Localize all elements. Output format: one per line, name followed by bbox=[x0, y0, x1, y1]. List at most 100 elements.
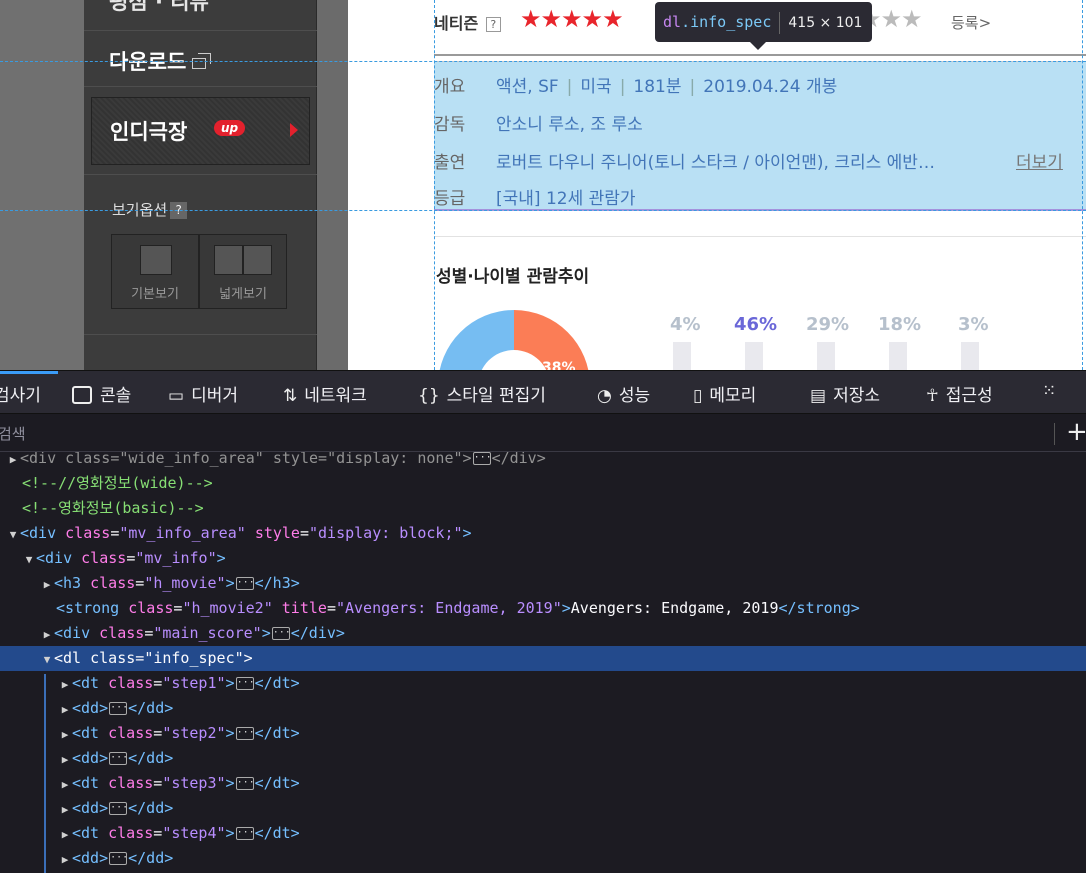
age-bar bbox=[889, 342, 907, 370]
tree-node[interactable]: ▶ <h3 class="h_movie"> ···</h3> bbox=[0, 571, 1086, 596]
ellipsis-icon[interactable]: ··· bbox=[235, 777, 255, 790]
register-rating-link[interactable]: 등록> bbox=[951, 12, 991, 33]
toolbar-divider bbox=[1054, 423, 1055, 445]
age-percent: 3% bbox=[958, 314, 989, 335]
tooltip-arrow bbox=[750, 42, 766, 50]
tree-node[interactable]: ▶ <dd> ···</dd> bbox=[0, 696, 1086, 721]
tab-label: 네트워크 bbox=[304, 386, 367, 406]
sidebar-item-indie-theater[interactable]: 인디극장 up bbox=[91, 97, 310, 165]
expand-arrow-icon[interactable]: ▶ bbox=[58, 697, 72, 722]
tab-accessibility[interactable]: ☥ 접근성 bbox=[926, 381, 993, 406]
tree-node-selected[interactable]: ▼ <dl class="info_spec"> bbox=[0, 646, 1086, 671]
info-spec-highlight: 개요 액션, SF | 미국 | 181분 | 2019.04.24 개봉 감독 안소니 루… bbox=[434, 61, 1086, 211]
age-bar bbox=[961, 342, 979, 370]
expand-arrow-icon[interactable]: ▶ bbox=[40, 572, 54, 597]
tree-node[interactable]: ▶ <dd> ···</dd> bbox=[0, 796, 1086, 821]
tooltip-tag: dl bbox=[663, 13, 682, 31]
help-icon[interactable]: ? bbox=[485, 17, 501, 32]
info-key: 개요 bbox=[434, 77, 466, 97]
tree-node[interactable]: ▶ <dt class="step4"> ···</dt> bbox=[0, 821, 1086, 846]
sidebar-divider bbox=[84, 174, 317, 175]
ellipsis-icon[interactable]: ··· bbox=[235, 827, 255, 840]
age-bar bbox=[745, 342, 763, 370]
devtools-toolbar: 검사기 콘솔 ▭ 디버거 ⇅ 네트워크 {} 스타일 편집기 ◔ 성능 ▯ 메모리 ▤ 저장… bbox=[0, 370, 1086, 414]
rating-link[interactable]: [국내] 12세 관람가 bbox=[496, 184, 636, 209]
tree-node[interactable]: ▼ <div class="mv_info_area" style="displa… bbox=[0, 521, 1086, 546]
tab-console[interactable]: 콘솔 bbox=[72, 381, 131, 406]
cast-link[interactable]: 로버트 다우니 주니어(토니 스타크 / 아이언맨), 크리스 에반… bbox=[496, 148, 935, 173]
expand-arrow-icon[interactable]: ▶ bbox=[58, 847, 72, 872]
release-date-link[interactable]: 2019.04.24 개봉 bbox=[703, 77, 837, 97]
memory-icon: ▯ bbox=[693, 386, 703, 406]
tab-label: 검사기 bbox=[0, 386, 41, 406]
ellipsis-icon[interactable]: ··· bbox=[109, 852, 128, 865]
tab-storage[interactable]: ▤ 저장소 bbox=[810, 381, 880, 406]
tab-label: 디버거 bbox=[191, 386, 238, 406]
age-percent: 29% bbox=[806, 314, 850, 335]
search-input-placeholder[interactable]: 검색 bbox=[0, 423, 26, 444]
view-wide-button[interactable]: 넓게보기 bbox=[199, 234, 287, 309]
ellipsis-icon[interactable]: ··· bbox=[472, 452, 492, 465]
ellipsis-icon[interactable]: ··· bbox=[109, 702, 128, 715]
tree-node[interactable]: <strong class="h_movie2" title="Avengers… bbox=[0, 596, 1086, 621]
tree-node[interactable]: ▶ <div class="wide_info_area" style="disp… bbox=[0, 452, 1086, 471]
age-bar bbox=[673, 342, 691, 370]
html-search-bar[interactable]: 검색 + bbox=[0, 415, 1086, 452]
tooltip-class: .info_spec bbox=[681, 13, 772, 31]
inspector-guide bbox=[1082, 0, 1083, 370]
tree-node[interactable]: ▶ <dt class="step3"> ···</dt> bbox=[0, 771, 1086, 796]
expand-arrow-icon[interactable]: ▶ bbox=[6, 452, 20, 472]
tab-more[interactable]: ⁙ bbox=[1042, 381, 1063, 401]
country-link[interactable]: 미국 bbox=[580, 77, 611, 97]
tab-performance[interactable]: ◔ 성능 bbox=[597, 381, 650, 406]
expand-arrow-icon[interactable]: ▶ bbox=[58, 772, 72, 797]
console-icon bbox=[72, 386, 92, 404]
tab-memory[interactable]: ▯ 메모리 bbox=[693, 381, 756, 406]
ellipsis-icon[interactable]: ··· bbox=[235, 727, 255, 740]
collapse-arrow-icon[interactable]: ▼ bbox=[22, 547, 36, 572]
tab-network[interactable]: ⇅ 네트워크 bbox=[283, 381, 367, 406]
inspector-guide bbox=[0, 210, 1086, 211]
tab-debugger[interactable]: ▭ 디버거 bbox=[168, 381, 238, 406]
tree-node[interactable]: ▶ <dd> ···</dd> bbox=[0, 746, 1086, 771]
ellipsis-icon[interactable]: ··· bbox=[109, 752, 128, 765]
ellipsis-icon[interactable]: ··· bbox=[235, 577, 255, 590]
expand-arrow-icon[interactable]: ▶ bbox=[58, 672, 72, 697]
expand-arrow-icon[interactable]: ▶ bbox=[58, 822, 72, 847]
sidebar-item-review[interactable]: 평점 · 리뷰 bbox=[109, 0, 209, 16]
tab-style-editor[interactable]: {} 스타일 편집기 bbox=[418, 381, 546, 406]
tree-node[interactable]: ▶ <dt class="step1"> ···</dt> bbox=[0, 671, 1086, 696]
tree-comment[interactable]: <!--//영화정보(wide)--> bbox=[0, 471, 1086, 496]
expand-arrow-icon[interactable]: ▶ bbox=[58, 747, 72, 772]
expand-arrow-icon[interactable]: ▶ bbox=[58, 797, 72, 822]
section-divider bbox=[434, 236, 1086, 237]
ellipsis-icon[interactable]: ··· bbox=[235, 677, 255, 690]
ellipsis-icon[interactable]: ··· bbox=[271, 627, 291, 640]
sidebar-divider bbox=[84, 334, 317, 335]
more-link[interactable]: 더보기 bbox=[1016, 148, 1063, 173]
storage-icon: ▤ bbox=[810, 386, 827, 406]
ellipsis-icon[interactable]: ··· bbox=[109, 802, 128, 815]
director-link[interactable]: 안소니 루소, 조 루소 bbox=[496, 110, 643, 135]
info-value: 액션, SF | 미국 | 181분 | 2019.04.24 개봉 bbox=[496, 77, 838, 97]
tree-node[interactable]: ▼ <div class="mv_info"> bbox=[0, 546, 1086, 571]
tab-label: 접근성 bbox=[945, 386, 993, 406]
tree-node[interactable]: ▶ <dd> ···</dd> bbox=[0, 846, 1086, 871]
expand-arrow-icon[interactable]: ▶ bbox=[58, 722, 72, 747]
donut-slice-male bbox=[439, 310, 514, 370]
view-basic-button[interactable]: 기본보기 bbox=[111, 234, 199, 309]
inspector-guide bbox=[434, 0, 435, 370]
expand-arrow-icon[interactable]: ▶ bbox=[40, 622, 54, 647]
wide-view-icon bbox=[214, 245, 272, 275]
tree-node[interactable]: ▶ <div class="main_score"> ···</div> bbox=[0, 621, 1086, 646]
tab-inspector[interactable]: 검사기 bbox=[0, 381, 41, 406]
collapse-arrow-icon[interactable]: ▼ bbox=[40, 647, 54, 672]
section-divider bbox=[434, 54, 1086, 56]
genre-link[interactable]: 액션, SF bbox=[496, 77, 559, 97]
add-node-button[interactable]: + bbox=[1066, 417, 1086, 447]
info-key: 감독 bbox=[434, 115, 466, 135]
gender-donut-chart: 38% bbox=[439, 310, 589, 370]
tree-comment[interactable]: <!--영화정보(basic)--> bbox=[0, 496, 1086, 521]
tree-node[interactable]: ▶ <dt class="step2"> ···</dt> bbox=[0, 721, 1086, 746]
collapse-arrow-icon[interactable]: ▼ bbox=[6, 522, 20, 547]
